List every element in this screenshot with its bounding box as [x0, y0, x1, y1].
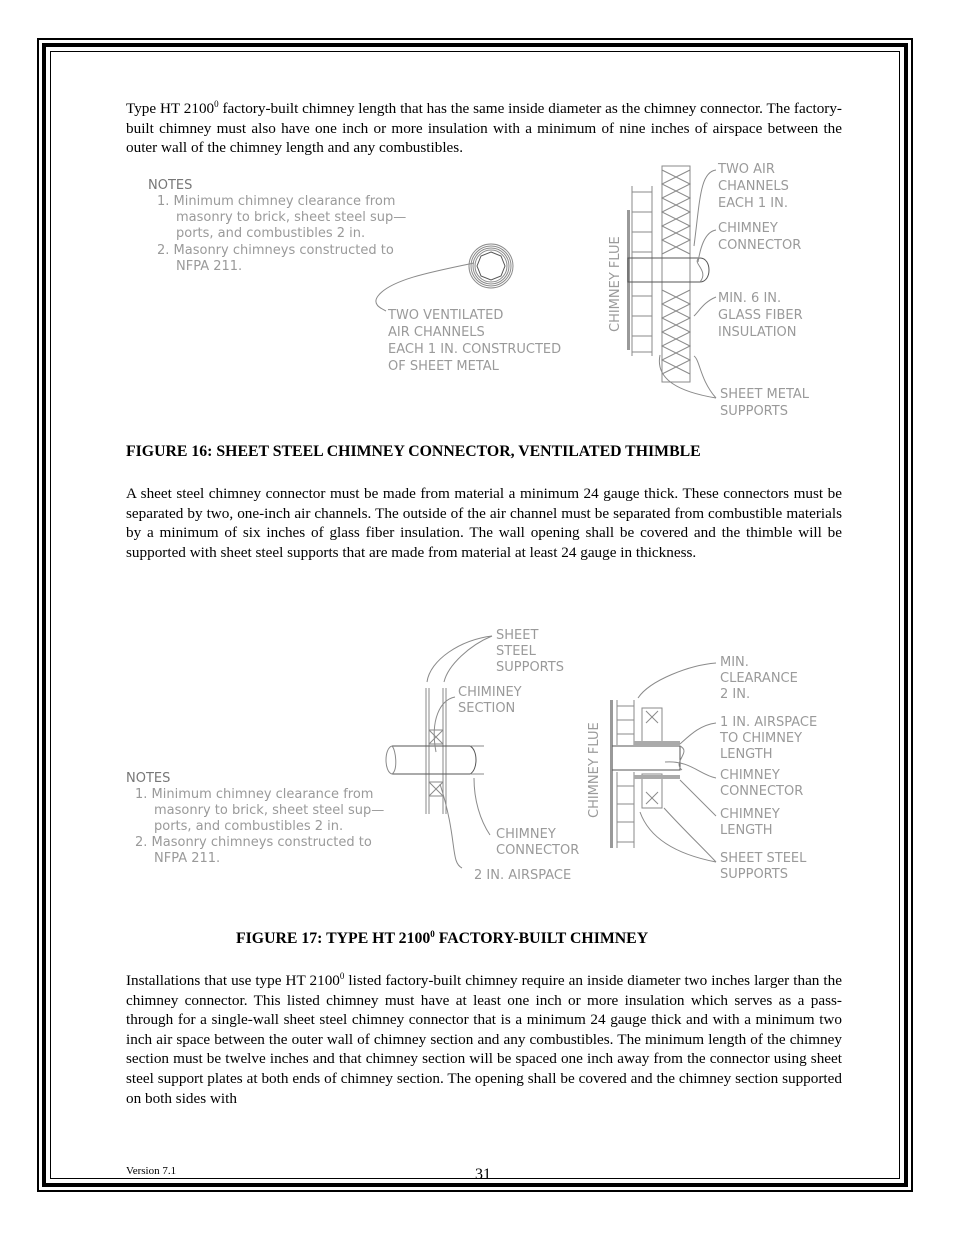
ventilated-label: TWO VENTILATED AIR CHANNELS EACH 1 IN. C…: [387, 308, 561, 374]
text-run: listed factory-built chimney require an …: [126, 972, 842, 1107]
label-section: SECTION: [458, 701, 515, 716]
note-line: 2. Masonry chimneys constructed to: [135, 835, 372, 850]
label-connector: CHIMNEY: [718, 221, 778, 236]
paragraph-connector: A sheet steel chimney connector must be …: [126, 485, 842, 561]
page-number: 31: [475, 1166, 491, 1183]
figure-16-caption: FIGURE 16: SHEET STEEL CHIMNEY CONNECTOR…: [126, 443, 701, 460]
label-line: OF SHEET METAL: [388, 359, 500, 374]
note-line: masonry to brick, sheet steel sup—: [176, 210, 406, 225]
figure-17-notes: NOTES 1. Minimum chimney clearance from …: [126, 771, 384, 866]
label-connector: CONNECTOR: [496, 843, 579, 858]
figure-17-caption: FIGURE 17: TYPE HT 21000 FACTORY-BUILT C…: [236, 930, 648, 948]
label-insulation: INSULATION: [718, 325, 796, 340]
version-label: Version 7.1: [126, 1165, 177, 1177]
text-run: FIGURE 17: TYPE HT 2100: [236, 930, 431, 947]
wall-section-diagram: CHIMNEY FLUE: [608, 165, 710, 383]
label-airspace: TO CHIMNEY: [719, 731, 802, 746]
label-length: LENGTH: [720, 823, 773, 838]
label-clearance: 2 IN.: [720, 687, 750, 702]
chimney-length-diagram: CHIMNEY FLUE: [587, 700, 685, 848]
label-length: CHIMNEY: [720, 807, 780, 822]
text-run: Installations that use type HT 2100: [126, 972, 340, 989]
note-line: 1. Minimum chimney clearance from: [157, 194, 395, 209]
label-air-channels: TWO AIR: [717, 162, 775, 177]
label-airspace: 1 IN. AIRSPACE: [720, 715, 817, 730]
figure-17-diagram: NOTES 1. Minimum chimney clearance from …: [126, 628, 817, 883]
label-airspace: 2 IN. AIRSPACE: [474, 868, 571, 883]
thimble-section-icon: [468, 243, 514, 289]
label-supports: STEEL: [496, 644, 537, 659]
label-supports: SUPPORTS: [720, 867, 788, 882]
paragraph-intro: Type HT 21000 factory-built chimney leng…: [126, 99, 842, 158]
note-line: 2. Masonry chimneys constructed to: [157, 243, 394, 258]
label-supports: SHEET STEEL: [720, 851, 807, 866]
label-supports: SUPPORTS: [496, 660, 564, 675]
notes-title: NOTES: [126, 771, 170, 786]
label-line: TWO VENTILATED: [387, 308, 503, 323]
label-air-channels: EACH 1 IN.: [718, 196, 788, 211]
paragraph-installations: Installations that use type HT 21000 lis…: [126, 971, 842, 1108]
label-clearance: MIN.: [720, 655, 749, 670]
label-connector: CONNECTOR: [720, 784, 803, 799]
note-line: 1. Minimum chimney clearance from: [135, 787, 373, 802]
note-line: NFPA 211.: [154, 851, 220, 866]
label-supports: SHEET: [496, 628, 538, 643]
label-supports: SUPPORTS: [720, 404, 788, 419]
text-run: Type HT 2100: [126, 100, 215, 117]
note-line: masonry to brick, sheet steel sup—: [154, 803, 384, 818]
label-connector: CONNECTOR: [718, 238, 801, 253]
note-line: NFPA 211.: [176, 259, 242, 274]
label-clearance: CLEARANCE: [720, 671, 798, 686]
figure-16-notes: NOTES 1. Minimum chimney clearance from …: [148, 178, 406, 274]
notes-title: NOTES: [148, 178, 192, 193]
label-line: EACH 1 IN. CONSTRUCTED: [388, 342, 561, 357]
note-line: ports, and combustibles 2 in.: [176, 226, 365, 241]
label-section: CHIMINEY: [458, 685, 522, 700]
label-insulation: MIN. 6 IN.: [718, 291, 781, 306]
label-connector: CHIMNEY: [720, 768, 780, 783]
chimney-flue-label: CHIMNEY FLUE: [587, 722, 602, 818]
text-run: factory-built chimney length that has th…: [126, 100, 842, 157]
label-insulation: GLASS FIBER: [718, 308, 803, 323]
label-supports: SHEET METAL: [720, 387, 810, 402]
text-run: FACTORY-BUILT CHIMNEY: [434, 930, 649, 947]
label-air-channels: CHANNELS: [718, 179, 789, 194]
figure-17-right-labels: MIN. CLEARANCE 2 IN. 1 IN. AIRSPACE TO C…: [719, 655, 817, 882]
label-connector: CHIMNEY: [496, 827, 556, 842]
label-airspace: LENGTH: [720, 747, 773, 762]
figure-16-diagram: NOTES 1. Minimum chimney clearance from …: [148, 162, 810, 419]
chimney-flue-label: CHIMNEY FLUE: [608, 236, 623, 332]
note-line: ports, and combustibles 2 in.: [154, 819, 343, 834]
figure-16-right-labels: TWO AIR CHANNELS EACH 1 IN. CHIMNEY CONN…: [717, 162, 810, 419]
label-line: AIR CHANNELS: [388, 325, 485, 340]
